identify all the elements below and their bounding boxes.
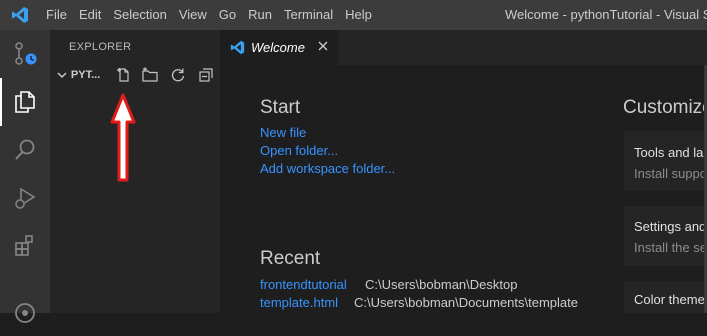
welcome-page: Start New file Open folder... Add worksp… xyxy=(220,65,707,313)
annotation-arrow-icon xyxy=(110,93,136,182)
menu-terminal[interactable]: Terminal xyxy=(278,0,339,30)
add-workspace-folder-link[interactable]: Add workspace folder... xyxy=(260,161,395,176)
collapse-all-icon[interactable] xyxy=(192,64,220,86)
menu-file[interactable]: File xyxy=(40,0,73,30)
recent-item-path: C:\Users\bobman\Desktop xyxy=(365,277,518,292)
refresh-icon[interactable] xyxy=(164,64,192,86)
card-title: Tools and lan xyxy=(634,145,707,160)
open-folder-link[interactable]: Open folder... xyxy=(260,143,338,158)
vscode-tab-icon xyxy=(230,40,245,55)
new-file-icon[interactable] xyxy=(109,64,137,86)
card-title: Settings and xyxy=(634,219,707,234)
card-description: Install the se xyxy=(634,240,707,255)
menu-view[interactable]: View xyxy=(173,0,213,30)
workspace-folder-name[interactable]: PYT... xyxy=(71,69,109,81)
card-description: Install suppo xyxy=(634,166,707,181)
run-and-debug-icon[interactable] xyxy=(0,174,50,222)
remote-icon[interactable] xyxy=(0,288,50,336)
extensions-icon[interactable] xyxy=(0,222,50,270)
customize-card[interactable]: Settings and Install the se xyxy=(624,206,707,266)
window-title: Welcome - pythonTutorial - Visual Studi xyxy=(505,7,707,22)
vscode-logo-icon xyxy=(0,0,40,30)
customize-card[interactable]: Tools and lan Install suppo xyxy=(624,131,707,191)
customize-heading: Customize xyxy=(623,97,707,118)
menu-run[interactable]: Run xyxy=(242,0,278,30)
chevron-down-icon[interactable] xyxy=(53,69,71,81)
explorer-sidebar: EXPLORER PYT... xyxy=(50,30,220,313)
source-control-icon[interactable] xyxy=(0,30,50,78)
customize-card[interactable]: Color theme xyxy=(624,281,707,313)
recent-heading: Recent xyxy=(260,248,321,269)
recent-item-path: C:\Users\bobman\Documents\template xyxy=(354,295,578,310)
menu-edit[interactable]: Edit xyxy=(73,0,107,30)
new-folder-icon[interactable] xyxy=(137,64,165,86)
menu-bar: File Edit Selection View Go Run Terminal… xyxy=(40,0,378,30)
menu-selection[interactable]: Selection xyxy=(107,0,172,30)
recent-item-link[interactable]: frontendtutorial xyxy=(260,277,347,292)
editor-tab-bar: Welcome xyxy=(220,30,707,65)
workspace-folder-row[interactable]: PYT... xyxy=(50,64,220,86)
close-icon[interactable] xyxy=(316,39,330,58)
title-bar: File Edit Selection View Go Run Terminal… xyxy=(0,0,707,30)
tab-welcome[interactable]: Welcome xyxy=(220,30,338,65)
card-title: Color theme xyxy=(634,292,705,307)
recent-item-link[interactable]: template.html xyxy=(260,295,338,310)
new-file-link[interactable]: New file xyxy=(260,125,306,140)
search-icon[interactable] xyxy=(0,126,50,174)
tab-label: Welcome xyxy=(251,40,305,55)
start-heading: Start xyxy=(260,97,301,118)
explorer-icon[interactable] xyxy=(0,78,50,126)
sidebar-header: EXPLORER xyxy=(69,41,132,53)
menu-help[interactable]: Help xyxy=(339,0,378,30)
menu-go[interactable]: Go xyxy=(213,0,242,30)
activity-bar xyxy=(0,30,50,323)
